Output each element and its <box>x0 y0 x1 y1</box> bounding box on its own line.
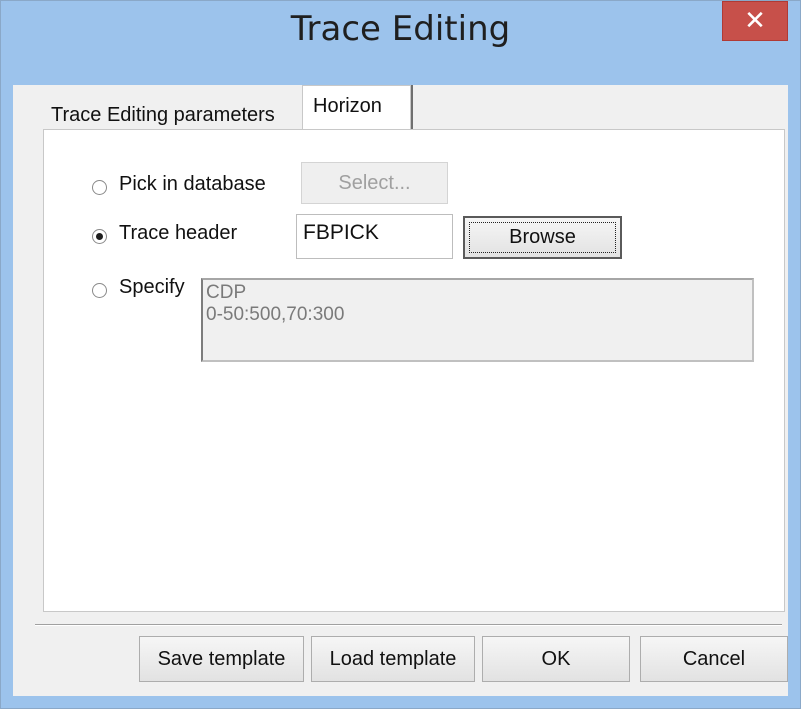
close-button[interactable]: ✕ <box>722 1 788 41</box>
footer-divider <box>35 624 782 626</box>
load-template-button[interactable]: Load template <box>311 636 475 682</box>
dialog-title: Trace Editing <box>290 9 511 49</box>
select-button[interactable]: Select... <box>301 162 448 204</box>
cancel-button[interactable]: Cancel <box>640 636 788 682</box>
dialog-body: Trace Editing parameters Horizon Pick in… <box>13 85 788 696</box>
trace-header-field[interactable]: FBPICK <box>296 214 453 259</box>
browse-button-label: Browse <box>509 226 576 248</box>
ok-button[interactable]: OK <box>482 636 630 682</box>
pick-in-database-radio[interactable] <box>92 180 107 195</box>
trace-editing-dialog: Trace Editing ✕ Trace Editing parameters… <box>0 0 801 709</box>
close-icon: ✕ <box>744 6 766 36</box>
specify-radio[interactable] <box>92 283 107 298</box>
trace-header-label: Trace header <box>119 222 238 244</box>
browse-button[interactable]: Browse <box>463 216 622 259</box>
tab-trace-editing-parameters[interactable]: Trace Editing parameters <box>43 97 283 132</box>
trace-header-radio[interactable] <box>92 229 107 244</box>
horizon-panel: Pick in database Select... Trace header … <box>43 129 785 612</box>
specify-label: Specify <box>119 276 185 298</box>
specify-textarea[interactable]: CDP 0-50:500,70:300 <box>201 278 754 362</box>
tab-horizon[interactable]: Horizon <box>302 85 411 129</box>
title-bar[interactable]: Trace Editing ✕ <box>1 1 800 85</box>
save-template-button[interactable]: Save template <box>139 636 304 682</box>
pick-in-database-label: Pick in database <box>119 173 266 195</box>
